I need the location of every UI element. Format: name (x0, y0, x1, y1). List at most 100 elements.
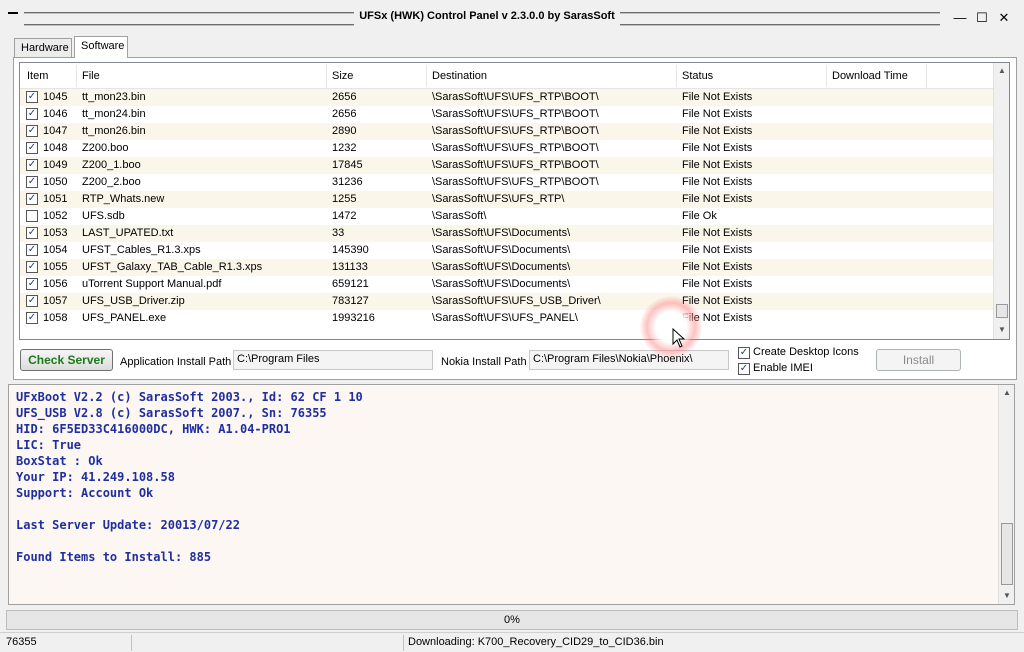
log-panel[interactable]: UFxBoot V2.2 (c) SarasSoft 2003., Id: 62… (8, 384, 1015, 605)
row-checkbox[interactable]: ✓ (26, 295, 38, 307)
enable-imei-label: Enable IMEI (753, 362, 813, 374)
row-size: 2656 (332, 91, 357, 103)
row-status: File Not Exists (682, 278, 753, 290)
log-scroll-up-icon[interactable]: ▲ (999, 385, 1014, 401)
grid-scrollbar[interactable]: ▲ ▼ (993, 63, 1009, 339)
table-row[interactable]: ✓ 1054 UFST_Cables_R1.3.xps 145390 \SarasSof… (20, 242, 994, 259)
row-destination: \SarasSoft\UFS\UFS_USB_Driver\ (432, 295, 601, 307)
table-row[interactable]: ✓ 1048 Z200.boo 1232 \SarasSoft\UFS\UFS_RTP\… (20, 140, 994, 157)
table-row[interactable]: ✓ 1049 Z200_1.boo 17845 \SarasSoft\UFS\UFS_R… (20, 157, 994, 174)
row-item: 1054 (43, 244, 68, 256)
row-status: File Not Exists (682, 159, 753, 171)
scroll-down-icon[interactable]: ▼ (994, 322, 1009, 338)
table-row[interactable]: ✓ 1046 tt_mon24.bin 2656 \SarasSoft\UFS\UFS_… (20, 106, 994, 123)
row-size: 145390 (332, 244, 369, 256)
log-line: BoxStat : Ok (16, 454, 103, 468)
row-destination: \SarasSoft\UFS\UFS_RTP\BOOT\ (432, 159, 599, 171)
window-title: UFSx (HWK) Control Panel v 2.3.0.0 by Sa… (359, 10, 615, 22)
log-scroll-thumb[interactable] (1001, 523, 1013, 585)
row-checkbox[interactable]: ✓ (26, 108, 38, 120)
row-size: 31236 (332, 176, 363, 188)
table-row[interactable]: ✓ 1047 tt_mon26.bin 2890 \SarasSoft\UFS\UFS_… (20, 123, 994, 140)
column-header-status[interactable]: Status (682, 70, 713, 82)
row-item: 1056 (43, 278, 68, 290)
row-file: Z200_2.boo (82, 176, 141, 188)
row-checkbox[interactable]: ✓ (26, 91, 38, 103)
table-row[interactable]: ✓ 1057 UFS_USB_Driver.zip 783127 \SarasSoft\… (20, 293, 994, 310)
log-scroll-down-icon[interactable]: ▼ (999, 588, 1014, 604)
row-size: 1472 (332, 210, 357, 222)
row-destination: \SarasSoft\UFS\Documents\ (432, 227, 571, 239)
enable-imei-checkbox[interactable]: ✓ (738, 363, 750, 375)
log-text: UFxBoot V2.2 (c) SarasSoft 2003., Id: 62… (16, 389, 363, 565)
row-item: 1051 (43, 193, 68, 205)
tab-hardware[interactable]: Hardware (14, 38, 72, 58)
column-header-item[interactable]: Item (27, 70, 48, 82)
install-button[interactable]: Install (876, 349, 961, 371)
minimize-icon[interactable]: — (952, 10, 968, 26)
log-line: Last Server Update: 20013/07/22 (16, 518, 240, 532)
row-checkbox[interactable]: ✓ (26, 125, 38, 137)
row-file: UFS_USB_Driver.zip (82, 295, 185, 307)
row-file: Z200.boo (82, 142, 129, 154)
row-checkbox[interactable]: ✓ (26, 312, 38, 324)
row-checkbox[interactable]: ✓ (26, 142, 38, 154)
row-file: uTorrent Support Manual.pdf (82, 278, 222, 290)
log-line: LIC: True (16, 438, 82, 452)
row-destination: \SarasSoft\UFS\Documents\ (432, 278, 571, 290)
table-row[interactable]: 1052 UFS.sdb 1472 \SarasSoft\ File Ok (20, 208, 994, 225)
table-row[interactable]: ✓ 1051 RTP_Whats.new 1255 \SarasSoft\UFS\UFS… (20, 191, 994, 208)
cursor-highlight (640, 296, 702, 358)
log-line: Support: Account Ok (16, 486, 154, 500)
table-row[interactable]: ✓ 1050 Z200_2.boo 31236 \SarasSoft\UFS\UFS_R… (20, 174, 994, 191)
row-checkbox[interactable]: ✓ (26, 227, 38, 239)
column-header-size[interactable]: Size (332, 70, 353, 82)
row-status: File Ok (682, 210, 717, 222)
column-header-file[interactable]: File (82, 70, 100, 82)
system-menu-icon[interactable] (8, 8, 18, 14)
row-item: 1045 (43, 91, 68, 103)
row-checkbox[interactable]: ✓ (26, 278, 38, 290)
row-status: File Not Exists (682, 108, 753, 120)
row-size: 783127 (332, 295, 369, 307)
row-file: tt_mon23.bin (82, 91, 146, 103)
row-file: Z200_1.boo (82, 159, 141, 171)
row-file: UFST_Cables_R1.3.xps (82, 244, 201, 256)
scroll-thumb[interactable] (996, 304, 1008, 318)
status-downloading: Downloading: K700_Recovery_CID29_to_CID3… (408, 636, 664, 648)
create-desktop-icons-checkbox[interactable]: ✓ (738, 347, 750, 359)
close-icon[interactable]: ✕ (996, 10, 1012, 26)
row-checkbox[interactable]: ✓ (26, 261, 38, 273)
files-grid: Item File Size Destination Status Downlo… (19, 62, 1010, 340)
row-checkbox[interactable]: ✓ (26, 159, 38, 171)
row-file: UFS_PANEL.exe (82, 312, 167, 324)
column-header-download-time[interactable]: Download Time (832, 70, 908, 82)
table-row[interactable]: ✓ 1055 UFST_Galaxy_TAB_Cable_R1.3.xps 13113… (20, 259, 994, 276)
row-size: 1255 (332, 193, 357, 205)
maximize-icon[interactable]: ☐ (974, 10, 990, 26)
row-status: File Not Exists (682, 193, 753, 205)
tab-software[interactable]: Software (74, 36, 128, 58)
row-checkbox[interactable] (26, 210, 38, 222)
table-row[interactable]: ✓ 1056 uTorrent Support Manual.pdf 659121 \S… (20, 276, 994, 293)
row-size: 1993216 (332, 312, 375, 324)
row-checkbox[interactable]: ✓ (26, 193, 38, 205)
row-status: File Not Exists (682, 244, 753, 256)
app-install-path-field[interactable]: C:\Program Files (233, 350, 433, 370)
row-file: UFS.sdb (82, 210, 125, 222)
row-size: 1232 (332, 142, 357, 154)
column-header-destination[interactable]: Destination (432, 70, 487, 82)
log-line: UFxBoot V2.2 (c) SarasSoft 2003., Id: 62… (16, 390, 363, 404)
nokia-install-path-field[interactable]: C:\Program Files\Nokia\Phoenix\ (529, 350, 729, 370)
table-row[interactable]: ✓ 1058 UFS_PANEL.exe 1993216 \SarasSoft\UFS\… (20, 310, 994, 327)
row-checkbox[interactable]: ✓ (26, 244, 38, 256)
row-destination: \SarasSoft\UFS\UFS_RTP\BOOT\ (432, 91, 599, 103)
scroll-up-icon[interactable]: ▲ (994, 63, 1009, 79)
row-item: 1053 (43, 227, 68, 239)
check-server-button[interactable]: Check Server (20, 349, 113, 371)
row-checkbox[interactable]: ✓ (26, 176, 38, 188)
log-scrollbar[interactable]: ▲ ▼ (998, 385, 1014, 604)
table-row[interactable]: ✓ 1045 tt_mon23.bin 2656 \SarasSoft\UFS\UFS_… (20, 89, 994, 106)
table-row[interactable]: ✓ 1053 LAST_UPATED.txt 33 \SarasSoft\UFS\Doc… (20, 225, 994, 242)
